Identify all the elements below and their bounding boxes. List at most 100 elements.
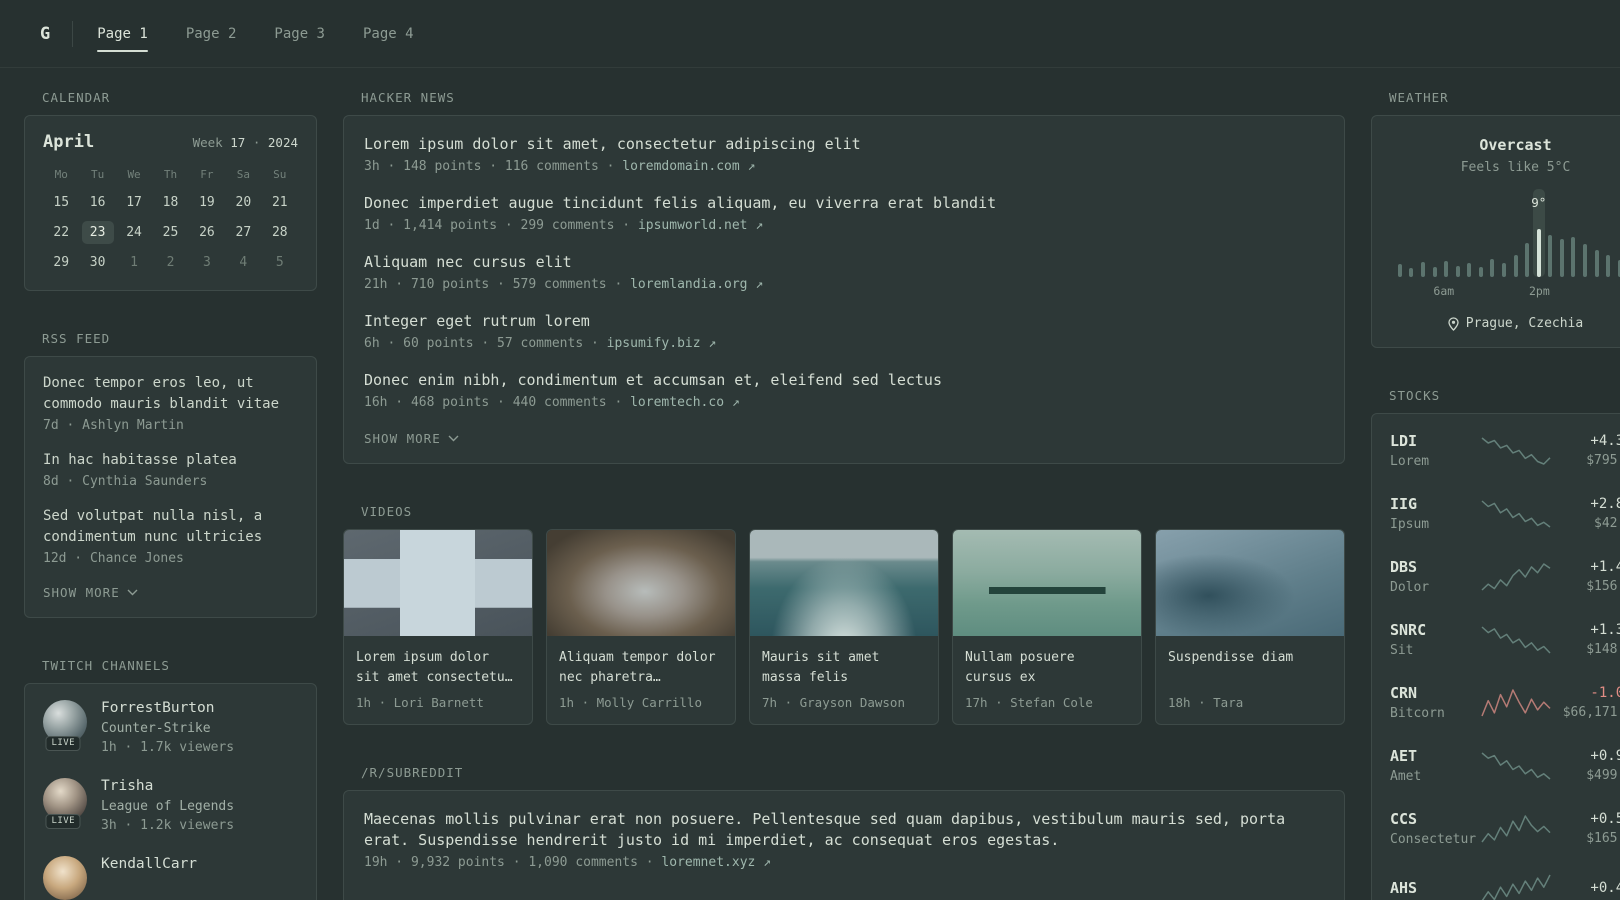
video-title-link[interactable]: Mauris sit amet massa felis [762,648,926,688]
video-thumbnail[interactable] [1156,530,1344,636]
stock-price: $66,171.48 [1562,705,1620,720]
rss-item-meta: 8d · Cynthia Saunders [43,474,208,489]
news-source-link[interactable]: loremtech.co ↗ [630,395,740,410]
nav-tab-page-2[interactable]: Page 2 [186,26,237,42]
reddit-post: Maecenas mollis pulvinar erat non posuer… [364,809,1324,870]
weather-bar [1571,237,1576,277]
news-headline-link[interactable]: Donec enim nibh, condimentum et accumsan… [364,370,1324,391]
stock-identity: LDI Lorem [1390,432,1480,469]
video-thumbnail[interactable] [750,530,938,636]
stock-row[interactable]: DBS Dolor +1.42% $156.28 [1388,545,1620,608]
hn-show-more-button[interactable]: SHOW MORE [364,431,459,446]
news-headline-link[interactable]: Integer eget rutrum lorem [364,311,1324,332]
video-thumbnail[interactable] [344,530,532,636]
stock-name: Consectetur [1390,832,1477,847]
video-title-link[interactable]: Aliquam tempor dolor nec pharetra… [559,648,723,688]
weather-location-text: Prague, Czechia [1465,316,1584,331]
weather-time-labels: 6am2pm10pm [1390,284,1620,299]
calendar-day: 17 [126,195,142,210]
stock-name: Amet [1390,769,1422,784]
stock-row[interactable]: AHS +0.46% [1388,860,1620,900]
news-source-link[interactable]: ipsumify.biz ↗ [607,336,717,351]
nav-tab-page-4[interactable]: Page 4 [363,26,414,42]
news-item: Integer eget rutrum lorem 6h · 60 points … [364,311,1324,351]
twitch-widget: TWITCH CHANNELS LIVE ForrestBurton Counter… [24,658,317,900]
nav-tabs: Page 1 Page 2 Page 3 Page 4 [97,26,414,52]
calendar-day-header: Fr [200,168,214,181]
weather-bar [1455,266,1460,277]
video-thumbnail[interactable] [953,530,1141,636]
weather-condition: Overcast [1479,136,1552,154]
stock-identity: AHS [1390,879,1480,897]
weather-hour-column [1614,189,1620,277]
stock-change: +1.42% [1590,559,1620,575]
calendar-day: 16 [89,195,106,210]
calendar-day: 22 [53,225,70,240]
news-source-link[interactable]: loremdomain.com ↗ [622,159,755,174]
stock-symbol: DBS [1390,558,1418,576]
news-headline-link[interactable]: Aliquam nec cursus elit [364,252,1324,273]
stock-row[interactable]: LDI Lorem +4.35% $795.18 [1388,419,1620,482]
twitch-channel-link[interactable]: KendallCarr [101,856,197,872]
calendar-day: 4 [239,255,248,270]
video-meta: 17h · Stefan Cole [965,695,1093,710]
news-headline-link[interactable]: Lorem ipsum dolor sit amet, consectetur … [364,134,1324,155]
stocks-widget-title: STOCKS [1389,388,1441,403]
rss-item-meta: 7d · Ashlyn Martin [43,418,184,433]
weather-hour-column [1440,189,1452,277]
calendar-week-label: Week [192,135,223,150]
video-info: Nullam posuere cursus ex 17h · Stefan Col… [953,636,1141,724]
stock-symbol: LDI [1390,432,1418,450]
calendar-header: April Week 17 · 2024 [43,132,298,152]
news-source-link[interactable]: ipsumworld.net ↗ [638,218,763,233]
stock-change: +0.92% [1590,748,1620,764]
weather-location: Prague, Czechia [1390,316,1620,331]
dashboard-content: CALENDAR April Week 17 · 2024 Mo Tu We Th Fr… [0,68,1620,900]
rss-item-link[interactable]: Sed volutpat nulla nisl, a condimentum n… [43,506,298,548]
video-title-link[interactable]: Suspendisse diam [1168,648,1332,688]
news-meta-text: 16h · 468 points · 440 comments · [364,395,631,410]
weather-bar [1501,263,1506,277]
left-column: CALENDAR April Week 17 · 2024 Mo Tu We Th Fr… [24,90,317,900]
news-meta-text: 6h · 60 points · 57 comments · [364,336,607,351]
nav-tab-page-1[interactable]: Page 1 [97,26,148,52]
weather-bar [1478,267,1483,277]
weather-hour-column [1568,189,1580,277]
twitch-channel: LIVE Trisha League of Legends 3h · 1.2k vie… [43,778,298,833]
rss-item-link[interactable]: Donec tempor eros leo, ut commodo mauris… [43,373,298,415]
stock-sparkline [1480,562,1550,591]
stock-price: $156.28 [1586,579,1620,594]
weather-bar [1583,244,1588,277]
stock-row[interactable]: SNRC Sit +1.36% $148.64 [1388,608,1620,671]
rss-item-link[interactable]: In hac habitasse platea [43,450,298,471]
stock-row[interactable]: CCS Consectetur +0.51% $165.84 [1388,797,1620,860]
news-headline-link[interactable]: Donec imperdiet augue tincidunt felis al… [364,193,1324,214]
weather-current-hour: 9° [1531,189,1546,277]
stock-identity: DBS Dolor [1390,558,1480,595]
twitch-channel-link[interactable]: Trisha [101,778,234,794]
calendar-day-header: Th [163,168,178,181]
video-card: Mauris sit amet massa felis 7h · Grayson … [749,529,939,725]
video-thumbnail[interactable] [547,530,735,636]
rss-show-more-label: SHOW MORE [43,585,120,600]
news-meta-text: 21h · 710 points · 579 comments · [364,277,631,292]
calendar-days-grid: 15 16 17 18 19 20 21 22 23 24 25 26 27 28 29 30 1 2 3 4 5 [43,191,298,274]
stock-row[interactable]: IIG Ipsum +2.84% $42.04 [1388,482,1620,545]
app-logo[interactable]: G [40,24,50,44]
rss-item: In hac habitasse platea 8d · Cynthia Saun… [43,450,298,489]
weather-hour-column [1406,189,1418,277]
reddit-post-link[interactable]: Maecenas mollis pulvinar erat non posuer… [364,809,1324,851]
stock-row[interactable]: CRN Bitcorn -1.00% $66,171.48 [1388,671,1620,734]
video-title-link[interactable]: Lorem ipsum dolor sit amet consectetu… [356,648,520,688]
video-title-link[interactable]: Nullam posuere cursus ex [965,648,1129,688]
calendar-day: 27 [235,225,252,240]
twitch-channel-link[interactable]: ForrestBurton [101,700,234,716]
news-source-link[interactable]: loremlandia.org ↗ [630,277,763,292]
rss-show-more-button[interactable]: SHOW MORE [43,585,138,600]
news-meta: 1d · 1,414 points · 299 comments · ipsum… [364,218,1324,233]
reddit-source-link[interactable]: loremnet.xyz ↗ [661,855,771,870]
video-info: Aliquam tempor dolor nec pharetra… 1h · M… [547,636,735,724]
stock-values: +0.92% $499.72 [1552,748,1620,783]
nav-tab-page-3[interactable]: Page 3 [274,26,325,42]
stock-row[interactable]: AET Amet +0.92% $499.72 [1388,734,1620,797]
